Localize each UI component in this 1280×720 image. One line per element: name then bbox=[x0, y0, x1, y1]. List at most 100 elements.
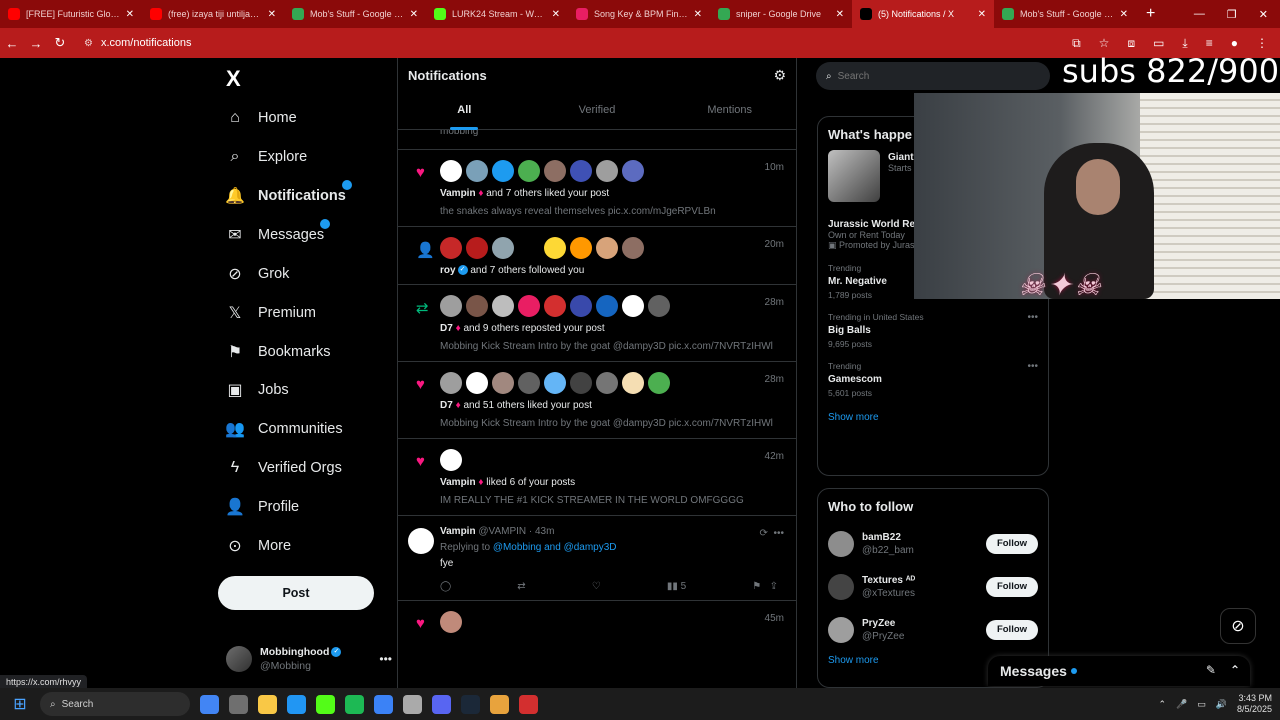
restore-icon[interactable]: ❐ bbox=[1227, 8, 1237, 21]
chevron-up-icon[interactable]: ⌃ bbox=[1158, 699, 1166, 710]
avatar[interactable] bbox=[544, 372, 566, 394]
trend-item[interactable]: Trending in United States Big Balls 9,69… bbox=[818, 306, 1048, 355]
close-tab-icon[interactable]: ✕ bbox=[268, 9, 276, 20]
nav-item-jobs[interactable]: ▣ Jobs bbox=[226, 378, 288, 402]
repost-icon[interactable]: ⇄ bbox=[517, 581, 525, 592]
nav-item-premium[interactable]: 𝕏 Premium bbox=[226, 301, 316, 325]
messages-drawer[interactable]: Messages ✎ ⌃ bbox=[988, 656, 1250, 686]
compose-message-icon[interactable]: ✎ bbox=[1206, 663, 1216, 677]
site-info-icon[interactable]: ⚙ bbox=[84, 38, 93, 49]
taskbar-app-icon[interactable] bbox=[374, 694, 393, 714]
avatar[interactable] bbox=[596, 372, 618, 394]
avatar[interactable] bbox=[544, 160, 566, 182]
notification-actor[interactable]: Vampin bbox=[440, 477, 476, 488]
notification-actor[interactable]: D7 bbox=[440, 323, 453, 334]
minimize-icon[interactable]: — bbox=[1194, 8, 1205, 20]
avatar[interactable] bbox=[440, 449, 462, 471]
tab-mentions[interactable]: Mentions bbox=[663, 100, 796, 130]
reply-to-link[interactable]: @Mobbing and @dampy3D bbox=[493, 542, 617, 553]
close-tab-icon[interactable]: ✕ bbox=[126, 9, 134, 20]
who-to-follow-item[interactable]: PryZee @PryZee Follow bbox=[818, 608, 1048, 651]
taskbar-app-icon[interactable] bbox=[258, 694, 277, 714]
forward-icon[interactable]: → bbox=[24, 36, 48, 51]
avatar[interactable] bbox=[440, 372, 462, 394]
search-box[interactable]: ⌕ bbox=[816, 62, 1050, 90]
volume-icon[interactable]: 🔊 bbox=[1216, 699, 1227, 710]
nav-item-messages[interactable]: ✉ Messages bbox=[226, 219, 331, 247]
search-input[interactable] bbox=[837, 70, 1028, 82]
extensions-icon[interactable]: ⧈ bbox=[1127, 36, 1135, 51]
avatar[interactable] bbox=[622, 237, 644, 259]
like-icon[interactable]: ♡ bbox=[592, 581, 601, 592]
notification-item[interactable]: ♥ 42m Vampin ♦ liked 6 of your posts IM … bbox=[398, 439, 796, 516]
taskbar-app-icon[interactable] bbox=[490, 694, 509, 714]
who-to-follow-item[interactable]: Textures ᴬᴰ @xTextures Follow bbox=[818, 565, 1048, 608]
avatar[interactable] bbox=[596, 295, 618, 317]
notification-item[interactable]: 👤 20m roy ✓ and 7 others followed you bbox=[398, 227, 796, 285]
browser-tab[interactable]: LURK24 Stream - Watc ✕ bbox=[426, 0, 568, 28]
download-icon[interactable]: ⤓ bbox=[1182, 36, 1187, 51]
avatar[interactable] bbox=[570, 237, 592, 259]
nav-item-notifications[interactable]: 🔔 Notifications bbox=[225, 180, 352, 208]
taskbar-app-icon[interactable] bbox=[287, 694, 306, 714]
browser-tab[interactable]: (free) izaya tiji untiljapan ✕ bbox=[142, 0, 284, 28]
cast-icon[interactable]: ▭ bbox=[1153, 36, 1164, 51]
nav-item-communities[interactable]: 👥 Communities bbox=[225, 417, 343, 441]
bookmark-icon[interactable]: ⚑ ⇪ bbox=[752, 581, 778, 592]
taskbar-app-icon[interactable] bbox=[345, 694, 364, 714]
avatar[interactable] bbox=[440, 160, 462, 182]
notification-actor[interactable]: D7 bbox=[440, 400, 453, 411]
avatar[interactable] bbox=[828, 573, 854, 600]
close-tab-icon[interactable]: ✕ bbox=[694, 9, 702, 20]
avatar[interactable] bbox=[518, 372, 540, 394]
follow-suggestion-name[interactable]: PryZee bbox=[862, 617, 978, 630]
nav-item-bookmarks[interactable]: ⚑ Bookmarks bbox=[226, 340, 331, 364]
mic-icon[interactable]: 🎤 bbox=[1176, 699, 1187, 710]
browser-tab[interactable]: sniper - Google Drive ✕ bbox=[710, 0, 852, 28]
account-switcher[interactable]: Mobbinghood ✓ @Mobbing ••• bbox=[226, 642, 392, 676]
avatar[interactable] bbox=[440, 237, 462, 259]
trend-item[interactable]: Trending Gamescom 5,601 posts ••• bbox=[818, 355, 1048, 404]
taskbar-app-icon[interactable] bbox=[432, 694, 451, 714]
nav-item-grok[interactable]: ⊘ Grok bbox=[226, 262, 289, 286]
avatar[interactable] bbox=[544, 237, 566, 259]
more-dots-icon[interactable]: ••• bbox=[379, 652, 392, 666]
tab-verified[interactable]: Verified bbox=[531, 100, 664, 130]
notification-item[interactable]: ⇄ 28m D7 ♦ and 9 others reposted your po… bbox=[398, 285, 796, 362]
avatar[interactable] bbox=[828, 530, 854, 557]
avatar[interactable] bbox=[518, 295, 540, 317]
taskbar-app-icon[interactable] bbox=[229, 694, 248, 714]
close-tab-icon[interactable]: ✕ bbox=[836, 9, 844, 20]
avatar[interactable] bbox=[570, 295, 592, 317]
notification-item[interactable]: ♥ 45m bbox=[398, 601, 796, 641]
install-icon[interactable]: ⧉ bbox=[1072, 36, 1081, 51]
avatar[interactable] bbox=[440, 295, 462, 317]
more-dots-icon[interactable]: ••• bbox=[1027, 361, 1038, 372]
avatar[interactable] bbox=[518, 160, 540, 182]
back-icon[interactable]: ← bbox=[0, 36, 24, 51]
taskbar-app-icon[interactable] bbox=[200, 694, 219, 714]
avatar[interactable] bbox=[492, 237, 514, 259]
follow-button[interactable]: Follow bbox=[986, 533, 1038, 554]
post-button[interactable]: Post bbox=[218, 576, 374, 610]
clock[interactable]: 3:43 PM 8/5/2025 bbox=[1237, 693, 1272, 715]
close-tab-icon[interactable]: ✕ bbox=[552, 9, 560, 20]
avatar[interactable] bbox=[466, 237, 488, 259]
nav-item-profile[interactable]: 👤 Profile bbox=[225, 495, 299, 519]
avatar[interactable] bbox=[466, 160, 488, 182]
notification-actor[interactable]: roy bbox=[440, 265, 456, 276]
taskbar-app-icon[interactable] bbox=[519, 694, 538, 714]
taskbar-app-icon[interactable] bbox=[316, 694, 335, 714]
tweet-author-name[interactable]: Vampin bbox=[440, 526, 476, 537]
follow-suggestion-name[interactable]: Textures ᴬᴰ bbox=[862, 574, 978, 587]
menu-icon[interactable]: ⋮ bbox=[1256, 36, 1268, 51]
close-tab-icon[interactable]: ✕ bbox=[410, 9, 418, 20]
avatar[interactable] bbox=[622, 372, 644, 394]
star-icon[interactable]: ☆ bbox=[1099, 36, 1110, 51]
profile-icon[interactable]: ● bbox=[1231, 36, 1238, 51]
show-more-trends-link[interactable]: Show more bbox=[818, 404, 1048, 433]
nav-item-more[interactable]: ⊙ More bbox=[226, 534, 291, 558]
taskbar-search[interactable]: ⌕ Search bbox=[40, 692, 190, 716]
browser-tab[interactable]: (5) Notifications / X ✕ bbox=[852, 0, 994, 28]
follow-button[interactable]: Follow bbox=[986, 619, 1038, 640]
